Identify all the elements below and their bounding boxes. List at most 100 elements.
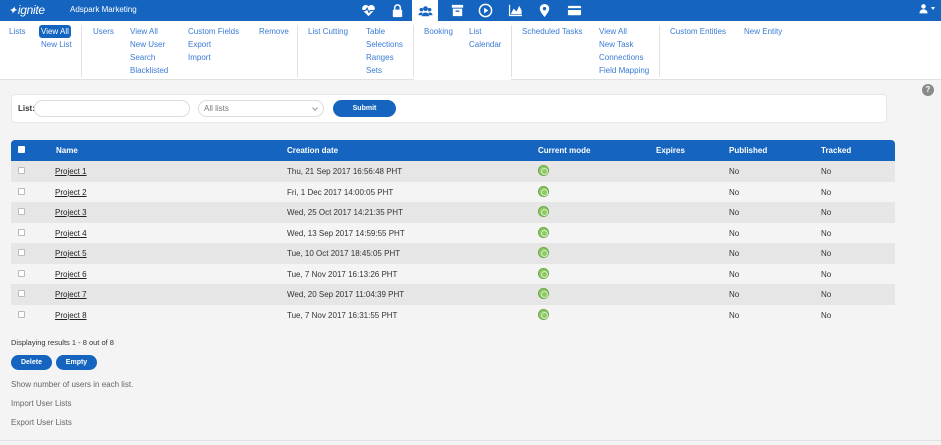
table-row[interactable]: Project 7 Wed, 20 Sep 2017 11:04:39 PHT No…: [11, 284, 895, 305]
table-row[interactable]: Project 5 Tue, 10 Oct 2017 18:45:05 PHT No…: [11, 243, 895, 264]
tracked-value: No: [821, 228, 832, 238]
column-header-current-mode[interactable]: Current mode: [538, 146, 590, 155]
table-row[interactable]: Project 4 Wed, 13 Sep 2017 14:59:55 PHT No…: [11, 222, 895, 243]
table-row[interactable]: Project 3 Wed, 25 Oct 2017 14:21:35 PHT No…: [11, 202, 895, 223]
project-name-link[interactable]: Project 3: [55, 208, 87, 217]
submenu-selections[interactable]: Selections: [366, 38, 403, 51]
submenu-search[interactable]: Search: [130, 51, 155, 64]
submenu-sets[interactable]: Sets: [366, 64, 382, 77]
row-checkbox[interactable]: [18, 290, 25, 297]
users-icon[interactable]: [412, 0, 438, 22]
list-filter-panel: List: All lists Submit: [11, 94, 887, 123]
submenu-new-list[interactable]: New List: [41, 38, 72, 51]
select-all-checkbox[interactable]: [18, 146, 25, 153]
project-name-link[interactable]: Project 6: [55, 270, 87, 279]
row-checkbox[interactable]: [18, 310, 25, 318]
empty-button[interactable]: Empty: [56, 355, 97, 370]
creation-date: Wed, 13 Sep 2017 14:59:55 PHT: [287, 228, 405, 238]
row-checkbox[interactable]: [18, 249, 25, 256]
help-icon[interactable]: ?: [922, 84, 934, 96]
published-value: No: [729, 290, 740, 299]
column-header-published[interactable]: Published: [729, 146, 767, 155]
column-header-name[interactable]: Name: [56, 146, 78, 155]
table-row[interactable]: Project 8 Tue, 7 Nov 2017 16:31:55 PHT No N…: [11, 304, 895, 325]
published-value: No: [729, 187, 740, 197]
current-mode-icon: [538, 308, 549, 320]
published-value: No: [729, 310, 740, 320]
submenu-lists[interactable]: Lists: [9, 25, 25, 38]
results-count: Displaying results 1 - 8 out of 8: [11, 338, 114, 347]
submenu-scheduled-tasks[interactable]: Scheduled Tasks: [522, 25, 582, 38]
map-pin-icon[interactable]: [531, 0, 557, 21]
submenu-field-mapping[interactable]: Field Mapping: [599, 64, 649, 77]
tracked-value: No: [821, 290, 832, 299]
project-name-link[interactable]: Project 1: [55, 167, 87, 176]
list-type-select[interactable]: All lists: [198, 100, 324, 117]
submenu-connections[interactable]: Connections: [599, 51, 643, 64]
row-checkbox[interactable]: [18, 167, 25, 174]
submenu-lists-view-all[interactable]: View All: [39, 25, 71, 38]
submenu-ranges[interactable]: Ranges: [366, 51, 394, 64]
submenu-import[interactable]: Import: [188, 51, 211, 64]
table-row[interactable]: Project 2 Fri, 1 Dec 2017 14:00:05 PHT No N…: [11, 181, 895, 202]
column-header-expires[interactable]: Expires: [656, 146, 685, 155]
submenu-remove[interactable]: Remove: [259, 25, 289, 38]
list-type-select-value: All lists: [204, 104, 229, 113]
row-checkbox[interactable]: [18, 187, 25, 195]
chevron-down-icon: [312, 105, 318, 111]
creation-date: Wed, 20 Sep 2017 11:04:39 PHT: [287, 290, 405, 299]
submenu-booking-list[interactable]: List: [469, 25, 481, 38]
row-checkbox[interactable]: [18, 208, 25, 215]
project-name-link[interactable]: Project 8: [55, 311, 87, 320]
list-search-input[interactable]: [34, 100, 190, 117]
row-checkbox[interactable]: [18, 228, 25, 236]
submenu-new-task[interactable]: New Task: [599, 38, 634, 51]
table-row[interactable]: Project 1 Thu, 21 Sep 2017 16:56:48 PHT No…: [11, 161, 895, 182]
creation-date: Fri, 1 Dec 2017 14:00:05 PHT: [287, 187, 394, 197]
card-icon[interactable]: [561, 0, 587, 21]
export-user-lists-link[interactable]: Export User Lists: [11, 418, 72, 427]
current-mode-icon: [538, 288, 549, 299]
submenu-export[interactable]: Export: [188, 38, 211, 51]
submenu-users[interactable]: Users: [93, 25, 114, 38]
tracked-value: No: [821, 269, 832, 279]
submenu-new-user[interactable]: New User: [130, 38, 165, 51]
top-navigation-bar: ✦ignite Adspark Marketing: [0, 0, 941, 22]
play-icon[interactable]: [472, 0, 498, 21]
creation-date: Tue, 10 Oct 2017 18:45:05 PHT: [287, 249, 401, 258]
project-name-link[interactable]: Project 5: [55, 249, 87, 258]
lock-icon[interactable]: [384, 0, 410, 21]
delete-button[interactable]: Delete: [11, 355, 52, 370]
submenu-list-cutting[interactable]: List Cutting: [308, 25, 348, 38]
heartbeat-icon[interactable]: [355, 0, 381, 21]
submenu-custom-fields[interactable]: Custom Fields: [188, 25, 239, 38]
import-user-lists-link[interactable]: Import User Lists: [11, 399, 71, 408]
creation-date: Wed, 25 Oct 2017 14:21:35 PHT: [287, 208, 403, 217]
column-header-creation-date[interactable]: Creation date: [287, 146, 338, 155]
column-header-tracked[interactable]: Tracked: [821, 146, 851, 155]
project-name-link[interactable]: Project 4: [55, 229, 87, 238]
chart-icon[interactable]: [502, 0, 528, 21]
current-mode-icon: [538, 165, 549, 176]
submenu-users-view-all[interactable]: View All: [130, 25, 158, 38]
show-users-count-link[interactable]: Show number of users in each list.: [11, 380, 133, 389]
submenu-table[interactable]: Table: [366, 25, 385, 38]
project-name-link[interactable]: Project 2: [55, 188, 87, 197]
submenu-new-entity[interactable]: New Entity: [744, 25, 782, 38]
creation-date: Tue, 7 Nov 2017 16:13:26 PHT: [287, 269, 398, 279]
submenu-tasks-view-all[interactable]: View All: [599, 25, 627, 38]
submenu-calendar[interactable]: Calendar: [469, 38, 501, 51]
user-menu-icon[interactable]: [918, 3, 935, 14]
row-checkbox[interactable]: [18, 269, 25, 277]
archive-icon[interactable]: [444, 0, 470, 21]
project-name-link[interactable]: Project 7: [55, 290, 87, 299]
tracked-value: No: [821, 187, 832, 197]
submenu-blacklisted[interactable]: Blacklisted: [130, 64, 168, 77]
submenu-custom-entities[interactable]: Custom Entities: [670, 25, 726, 38]
submit-button[interactable]: Submit: [333, 100, 396, 117]
submenu-booking[interactable]: Booking: [424, 25, 453, 38]
table-row[interactable]: Project 6 Tue, 7 Nov 2017 16:13:26 PHT No N…: [11, 263, 895, 284]
creation-date: Tue, 7 Nov 2017 16:31:55 PHT: [287, 310, 398, 320]
ignite-logo[interactable]: ✦ignite: [8, 3, 45, 17]
chevron-down-icon: [931, 7, 935, 10]
